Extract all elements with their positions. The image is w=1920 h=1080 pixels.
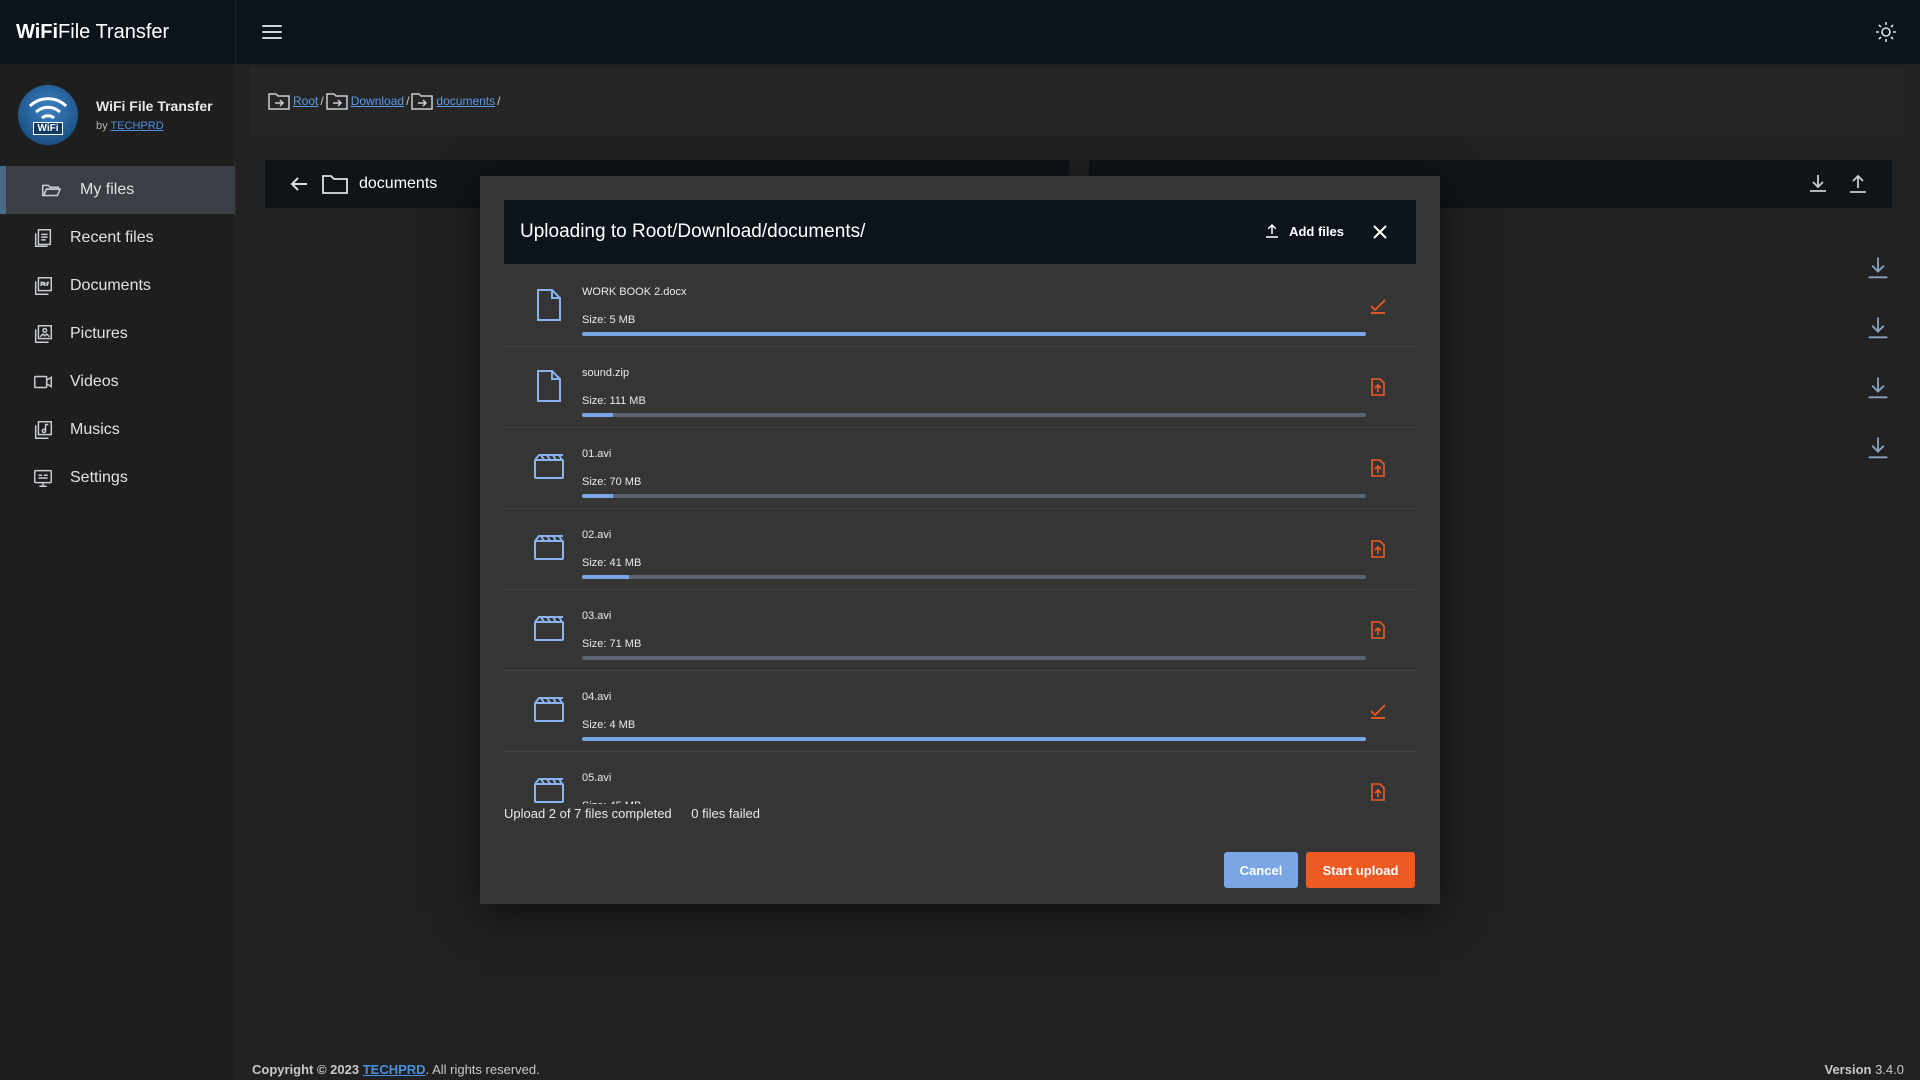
movie-icon [534, 535, 564, 560]
file-name: 05.avi [582, 772, 612, 784]
start-upload-button[interactable]: Start upload [1306, 852, 1415, 888]
upload-dialog: Uploading to Root/Download/documents/ Ad… [480, 176, 1440, 904]
failed-count: 0 files failed [691, 806, 760, 821]
file-upload-icon[interactable] [1368, 620, 1388, 640]
upload-progress-bar [582, 656, 1366, 660]
add-files-button[interactable]: Add files [1263, 222, 1344, 240]
file-size: Size: 45 MB [582, 800, 641, 804]
upload-progress-bar [582, 332, 1366, 336]
close-icon[interactable] [1370, 222, 1390, 242]
check-icon [1370, 704, 1386, 719]
file-upload-icon[interactable] [1368, 782, 1388, 802]
file-name: 02.avi [582, 529, 612, 541]
upload-file-row: sound.zip Size: 111 MB [504, 347, 1416, 428]
upload-file-row: 03.avi Size: 71 MB [504, 590, 1416, 671]
movie-icon [534, 778, 564, 803]
file-size: Size: 71 MB [582, 638, 642, 650]
file-size: Size: 4 MB [582, 719, 636, 731]
file-name: sound.zip [582, 367, 630, 379]
upload-file-row: 04.avi Size: 4 MB [504, 671, 1416, 752]
completed-count: Upload 2 of 7 files completed [504, 806, 672, 821]
file-size: Size: 41 MB [582, 557, 642, 569]
upload-file-row: WORK BOOK 2.docx Size: 5 MB [504, 266, 1416, 347]
file-icon [537, 370, 561, 402]
file-name: WORK BOOK 2.docx [582, 286, 687, 298]
upload-progress-bar [582, 494, 1366, 498]
cancel-button[interactable]: Cancel [1224, 852, 1298, 888]
file-size: Size: 70 MB [582, 476, 642, 488]
upload-file-row: 02.avi Size: 41 MB [504, 509, 1416, 590]
upload-summary: Upload 2 of 7 files completed 0 files fa… [504, 806, 760, 821]
dialog-header: Uploading to Root/Download/documents/ Ad… [504, 200, 1416, 264]
file-upload-icon[interactable] [1368, 377, 1388, 397]
movie-icon [534, 616, 564, 641]
upload-file-row: 01.avi Size: 70 MB [504, 428, 1416, 509]
dialog-title: Uploading to Root/Download/documents/ [520, 221, 866, 242]
upload-progress-bar [582, 737, 1366, 741]
file-size: Size: 111 MB [582, 395, 646, 407]
file-upload-icon[interactable] [1368, 458, 1388, 478]
upload-progress-bar [582, 413, 1366, 417]
movie-icon [534, 454, 564, 479]
upload-file-row: 05.avi Size: 45 MB [504, 752, 1416, 804]
upload-file-list[interactable]: WORK BOOK 2.docx Size: 5 MB sound.zip Size:… [504, 266, 1416, 804]
check-icon [1370, 299, 1386, 314]
upload-progress-bar [582, 575, 1366, 579]
file-name: 04.avi [582, 691, 612, 703]
file-size: Size: 5 MB [582, 314, 636, 326]
file-name: 03.avi [582, 610, 612, 622]
upload-icon [1266, 223, 1279, 238]
file-name: 01.avi [582, 448, 612, 460]
file-upload-icon[interactable] [1368, 539, 1388, 559]
movie-icon [534, 697, 564, 722]
file-icon [537, 289, 561, 321]
